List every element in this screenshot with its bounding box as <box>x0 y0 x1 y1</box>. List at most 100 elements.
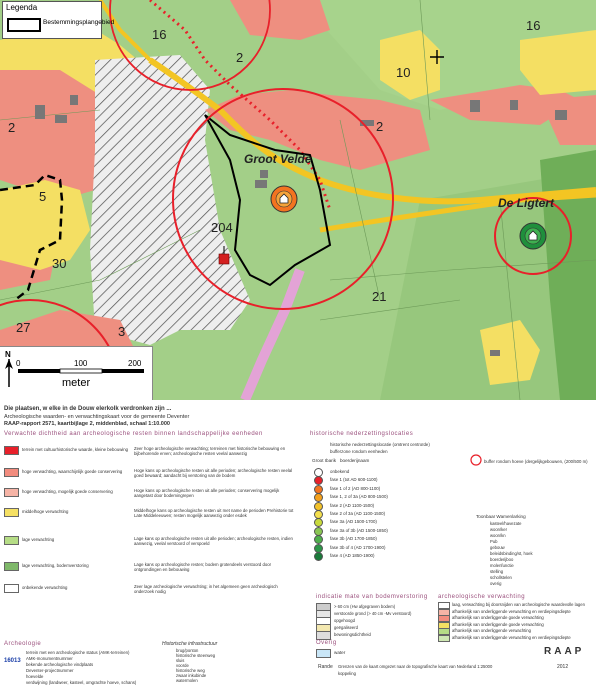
legend-description: Zeer hoge archeologische verwachting; te… <box>134 446 286 456</box>
koppeling-label: koppeling <box>338 671 356 676</box>
phase-buffer-item: bufferzone rondom eenheden <box>330 449 388 454</box>
arch-item: AMK-monumentnummer <box>26 656 73 661</box>
gf-label: Groot Ibarik <box>312 458 336 463</box>
phase-dot <box>314 493 323 503</box>
info-title: Die plaatsen, w elke in de Douw elerkolk… <box>4 406 172 412</box>
feature-item: beleidsbinding/st, hoek <box>490 551 533 556</box>
legend-swatch <box>4 446 19 455</box>
phase-label: fase 3a of 3b (AD 1500-1850) <box>330 527 388 533</box>
legend-swatch <box>4 584 19 593</box>
scale-tick: 100 <box>74 359 88 368</box>
map-number: 10 <box>396 65 411 80</box>
legend-swatch <box>4 488 19 497</box>
map-number: 3 <box>118 324 126 339</box>
legend-label: lage verwachting <box>22 537 55 542</box>
north-arrow-and-scale <box>5 359 144 387</box>
legend-label: middelhoge verwachting <box>22 509 69 514</box>
legend-swatch <box>4 536 19 545</box>
indicatie-label: geëgaliseerd <box>334 625 358 630</box>
feature-item: stelling <box>490 569 504 574</box>
phase-label: fase 3a (AD 1500-1700) <box>330 519 377 525</box>
scale-tick: 0 <box>16 359 21 368</box>
legend-description: Zeer lage archeologische verwachting; in… <box>134 584 278 594</box>
buffer-circle-icon <box>470 454 482 466</box>
phase-label: fase 1, 2 of 3a (AD 800-1500) <box>330 494 388 500</box>
indicatie-swatch <box>316 631 331 640</box>
raap-year: 2012 <box>557 664 569 670</box>
feature-item: kasteel/havezate <box>490 521 522 526</box>
legend-label: hoge verwachting, waarschijnlijk goede c… <box>22 469 123 474</box>
indicatie-label: opgehoogd <box>334 618 355 623</box>
map-legend: Legenda Bestemmingsplangebied <box>2 1 114 39</box>
legend-label: hoge verwachting, mogelijk goede conserv… <box>22 489 113 494</box>
phase-label: fase 2 (AD 1100-1500) <box>330 502 375 508</box>
raap-logo: RAAP <box>544 646 585 657</box>
gf-label-2: boerderijnaam <box>340 458 370 463</box>
legend-description: Hoge kans op archeologische resten uit a… <box>134 468 293 478</box>
legend-description: Middelhoge kans op archeologische resten… <box>134 508 294 518</box>
legend-swatch <box>4 508 19 517</box>
map-number: 2 <box>376 119 384 134</box>
indicatie-label: verstoorde grond (> 40 cm -Mv verstoord) <box>334 611 412 616</box>
legend-label: onbekende verwachting <box>22 585 68 590</box>
overig-header: Overig <box>316 640 337 646</box>
feature-item: molenfunctie <box>490 563 514 568</box>
phase-label: fase 4 (AD 1850-1900) <box>330 553 375 558</box>
archeologie-header: Archeologie <box>4 641 42 647</box>
hist-infra-header: Historische infrastructuur <box>162 641 218 647</box>
phase-header-item: historische nederzettingslocatie (omtren… <box>330 442 430 447</box>
water-swatch <box>316 649 331 658</box>
indicatie-label: bewoningsdichtheid <box>334 632 371 637</box>
buffer-label: buffer rondom hoeve (dergelijkgebouwen, … <box>484 459 588 464</box>
groot-velde-marker-icon[interactable] <box>269 184 299 214</box>
arch-item: verdwijning (landweer, kasteel, omgracht… <box>26 680 137 685</box>
legend-swatch <box>4 468 19 477</box>
phase-label: fase 3b of 4 (AD 1700-1900) <box>330 544 386 550</box>
hist-item: watermolen <box>176 678 198 683</box>
indicatie-label: > 60 cm (Hw afgegraven bodem) <box>334 604 396 609</box>
find-spot-204-icon[interactable] <box>217 246 231 268</box>
legend-description: Lage kans op archeologische resten uit a… <box>134 536 293 546</box>
map-number: 5 <box>39 189 47 204</box>
place-label-de-ligtert: De Ligtert <box>498 196 555 210</box>
map-number: 30 <box>52 256 67 271</box>
legend-title: Legenda <box>6 3 38 12</box>
scale-tick: 200 <box>128 359 142 368</box>
verwachting-header: archeologische verwachting <box>438 594 526 600</box>
phase-label: onbekend <box>330 469 350 474</box>
verwachting-label: afhankelijk van onderliggende verwachtin… <box>452 608 571 614</box>
verwachting-label: afhankelijk van onderliggende verwachtin… <box>452 635 571 640</box>
feature-item: gebouw <box>490 545 505 550</box>
verwachting-label: afhankelijk van onderliggende goede verw… <box>452 615 544 621</box>
de-ligtert-marker-icon[interactable] <box>518 221 548 251</box>
phase-label: fase 1 of 2 (AD 800-1100) <box>330 485 381 491</box>
arch-item: bekende archeologische vindplaats <box>26 662 94 667</box>
legend-label: lage verwachting, bodemverstoring <box>22 563 89 568</box>
col2-header: historische nederzettingslocaties <box>310 431 414 437</box>
feature-item: schollstelen <box>490 575 512 580</box>
map-number: 16 <box>526 18 541 33</box>
rande-label: Rande <box>318 664 333 670</box>
arch-item: terrein met een archeologische status (A… <box>26 650 130 655</box>
phase-label: fase 1 (tot AD 600-1100) <box>330 477 378 483</box>
phase-label: fase 3b (AD 1700-1850) <box>330 536 377 542</box>
verwachting-label: afhankelijk van onderliggende verwachtin… <box>452 628 531 634</box>
water-label: water <box>334 650 346 655</box>
phase-dot <box>314 552 323 561</box>
legend-label: terrein met cultuurhistorische waarde, k… <box>22 447 129 452</box>
map-area[interactable]: 16 2 10 16 2 5 30 204 21 27 3 2 Groot Ve… <box>0 0 596 400</box>
arch-item: Deventer-projectnummer <box>26 668 74 673</box>
map-number: 204 <box>211 220 233 235</box>
legend-description: Lage kans op archeologische resten; bode… <box>134 562 272 572</box>
feature-header: Toonbaar Wamenlarking <box>476 514 526 519</box>
scale-bar-panel: N 0 100 200 meter <box>0 346 153 400</box>
verwachting-label: afhankelijk van onderliggende goede verw… <box>452 621 544 627</box>
info-subtitle-2: RAAP-rapport 2571, kaartbijlage 2, midde… <box>4 421 170 427</box>
indicatie-header: indicatie mate van bodemverstoring <box>316 594 428 600</box>
phase-label: fase 2 of 3a (AD 1100-1500) <box>330 511 386 516</box>
legend-description: Hoge kans op archeologische resten uit a… <box>134 488 280 498</box>
legend-swatch <box>4 562 19 571</box>
feature-item: Pub <box>490 539 498 544</box>
north-label: N <box>5 350 11 359</box>
plan-area-swatch <box>7 18 41 32</box>
